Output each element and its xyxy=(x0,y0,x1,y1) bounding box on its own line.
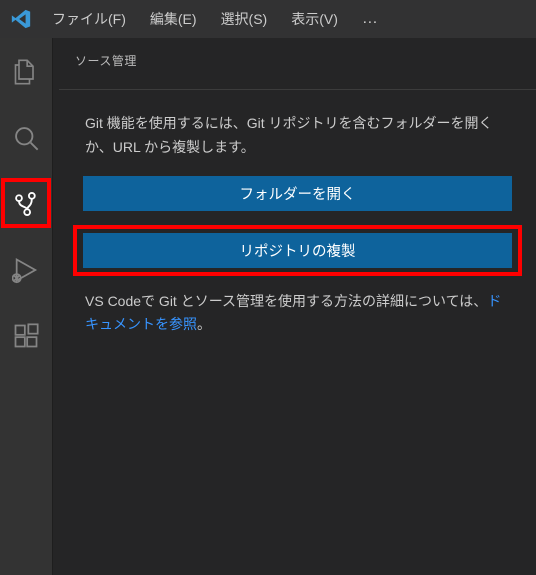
activity-extensions[interactable] xyxy=(2,312,50,360)
extensions-icon xyxy=(12,322,40,350)
spacer xyxy=(77,213,518,231)
panel-title: ソース管理 xyxy=(53,38,536,89)
menu-file[interactable]: ファイル(F) xyxy=(42,5,136,33)
source-control-panel: ソース管理 Git 機能を使用するには、Git リポジトリを含むフォルダーを開く… xyxy=(52,38,536,575)
search-icon xyxy=(12,124,40,152)
activity-source-control[interactable] xyxy=(2,180,50,228)
open-folder-button[interactable]: フォルダーを開く xyxy=(83,176,512,211)
source-control-icon xyxy=(12,190,40,218)
clone-repo-button[interactable]: リポジトリの複製 xyxy=(83,233,512,268)
scm-doc-text: VS Codeで Git とソース管理を使用する方法の詳細については、ドキュメン… xyxy=(77,270,518,338)
menubar: ファイル(F) 編集(E) 選択(S) 表示(V) … xyxy=(0,0,536,38)
activity-explorer[interactable] xyxy=(2,48,50,96)
panel-body: Git 機能を使用するには、Git リポジトリを含むフォルダーを開くか、URL … xyxy=(59,89,536,345)
doc-suffix: 。 xyxy=(197,316,211,332)
activity-search[interactable] xyxy=(2,114,50,162)
activity-bar xyxy=(0,38,52,575)
activity-run-debug[interactable] xyxy=(2,246,50,294)
menu-overflow-icon[interactable]: … xyxy=(352,6,390,32)
scm-info-text: Git 機能を使用するには、Git リポジトリを含むフォルダーを開くか、URL … xyxy=(77,90,518,174)
files-icon xyxy=(12,58,40,86)
main-area: ソース管理 Git 機能を使用するには、Git リポジトリを含むフォルダーを開く… xyxy=(0,38,536,575)
menu-view[interactable]: 表示(V) xyxy=(281,5,348,33)
run-debug-icon xyxy=(12,256,40,284)
vscode-logo-icon xyxy=(4,8,38,30)
clone-repo-wrap: リポジトリの複製 xyxy=(77,231,518,270)
doc-prefix: VS Codeで Git とソース管理を使用する方法の詳細については、 xyxy=(85,293,487,309)
open-folder-wrap: フォルダーを開く xyxy=(77,174,518,213)
menu-edit[interactable]: 編集(E) xyxy=(140,5,207,33)
menu-selection[interactable]: 選択(S) xyxy=(211,5,278,33)
